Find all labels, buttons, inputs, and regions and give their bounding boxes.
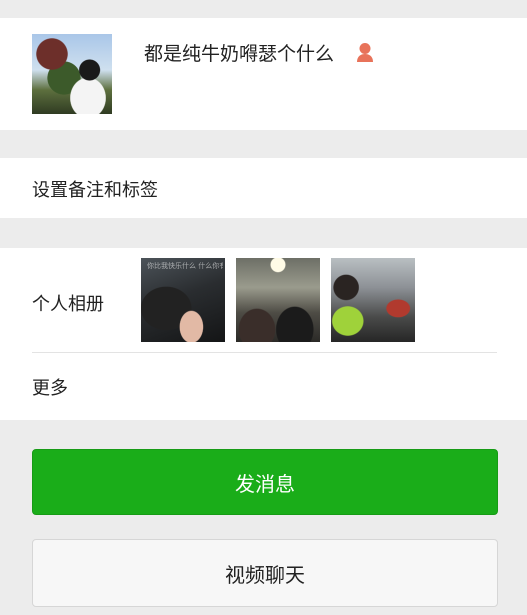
avatar[interactable] <box>32 34 112 114</box>
album-photo-3[interactable] <box>331 258 415 342</box>
album-photo-1[interactable]: 你比我快乐什么 什么你有什么 <box>141 258 225 342</box>
female-person-icon <box>357 43 373 62</box>
more-row[interactable]: 更多 <box>32 374 68 400</box>
divider <box>32 352 497 353</box>
set-remark-label: 设置备注和标签 <box>32 180 158 201</box>
album-section: 个人相册 你比我快乐什么 什么你有什么 更多 <box>0 248 527 420</box>
album-photo-1-caption: 你比我快乐什么 什么你有什么 <box>147 262 223 270</box>
video-call-button[interactable]: 视频聊天 <box>32 539 498 607</box>
album-photo-2[interactable] <box>236 258 320 342</box>
album-label[interactable]: 个人相册 <box>32 290 104 316</box>
set-remark-row[interactable]: 设置备注和标签 <box>0 158 527 218</box>
nickname: 都是纯牛奶嘚瑟个什么 <box>144 43 335 65</box>
send-message-button[interactable]: 发消息 <box>32 449 498 515</box>
contact-profile-page: 都是纯牛奶嘚瑟个什么 设置备注和标签 个人相册 你比我快乐什么 什么你有什么 更… <box>0 0 527 615</box>
profile-card: 都是纯牛奶嘚瑟个什么 <box>0 18 527 130</box>
